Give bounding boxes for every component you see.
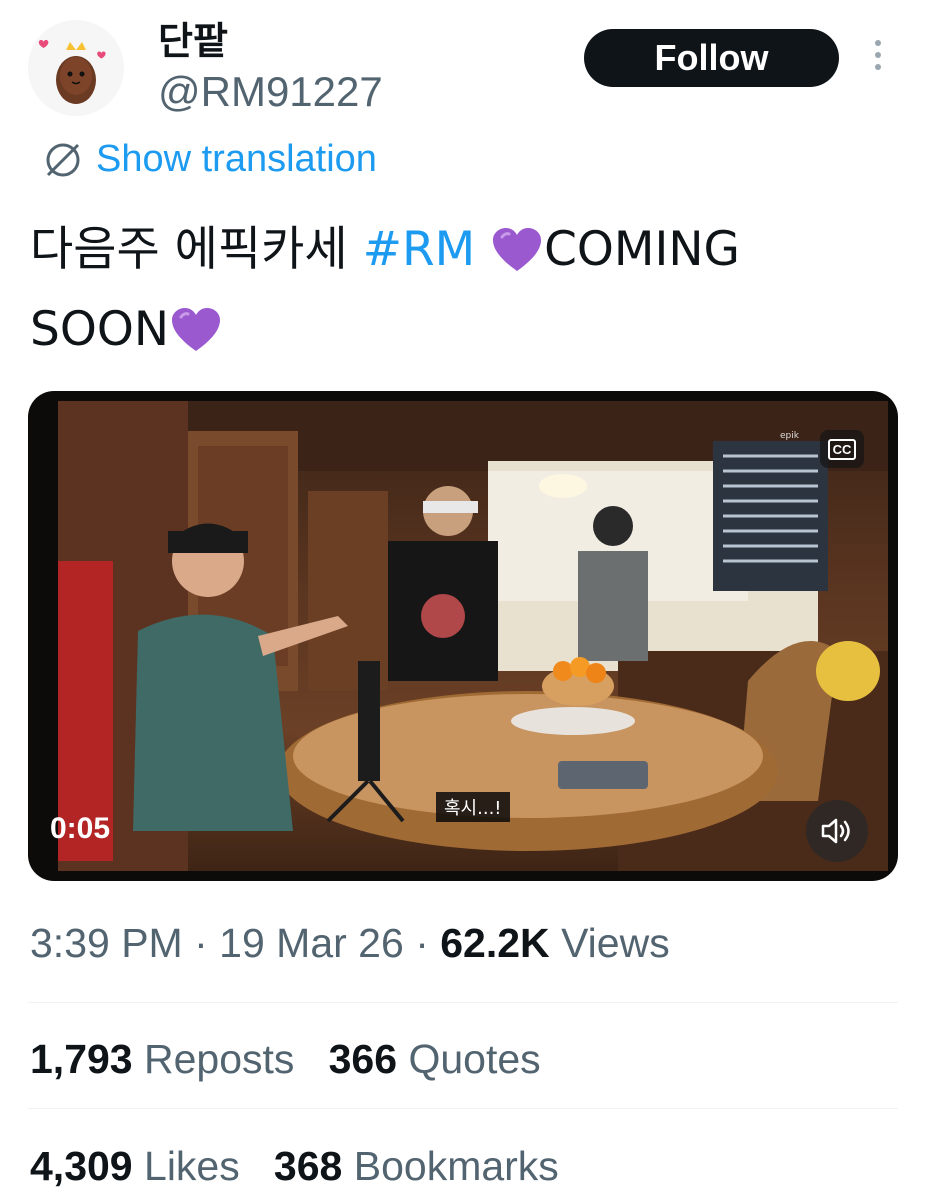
quotes-label: Quotes bbox=[408, 1036, 541, 1082]
follow-button[interactable]: Follow bbox=[584, 29, 839, 87]
mute-button[interactable] bbox=[806, 800, 868, 862]
video-subtitle: 혹시...! bbox=[436, 792, 510, 822]
tweet-text: 다음주 에픽카세 #RM COMING SOON bbox=[30, 210, 890, 370]
show-translation-link[interactable]: Show translation bbox=[42, 138, 377, 181]
bookmarks-stat[interactable]: 368 Bookmarks bbox=[274, 1143, 559, 1189]
video-duration: 0:05 bbox=[50, 812, 111, 845]
likes-stat[interactable]: 4,309 Likes bbox=[30, 1143, 240, 1189]
reposts-count: 1,793 bbox=[30, 1036, 133, 1082]
quotes-stat[interactable]: 366 Quotes bbox=[329, 1036, 541, 1082]
engagement-stats-row: 4,309 Likes 368 Bookmarks bbox=[30, 1143, 559, 1190]
likes-label: Likes bbox=[144, 1143, 240, 1189]
speaker-icon bbox=[821, 818, 850, 844]
views-count: 62.2K bbox=[440, 920, 550, 966]
bookmarks-label: Bookmarks bbox=[353, 1143, 559, 1189]
meta-separator: · bbox=[194, 920, 208, 966]
purple-heart-icon bbox=[493, 228, 542, 271]
divider bbox=[28, 1002, 898, 1003]
globe-icon bbox=[46, 143, 80, 176]
user-handle[interactable]: @RM91227 bbox=[158, 68, 383, 116]
quotes-count: 366 bbox=[328, 1036, 398, 1082]
cc-icon: CC bbox=[827, 438, 857, 460]
purple-heart-icon bbox=[171, 308, 220, 351]
bean-mascot-avatar-icon bbox=[28, 20, 124, 116]
channel-watermark: epik bbox=[780, 431, 799, 441]
reposts-stat[interactable]: 1,793 Reposts bbox=[30, 1036, 294, 1082]
tweet-text-intro: 다음주 에픽카세 bbox=[30, 222, 363, 277]
engagement-stats-row: 1,793 Reposts 366 Quotes bbox=[30, 1036, 541, 1083]
tweet-meta: 3:39 PM · 19 Mar 26 · 62.2K Views bbox=[30, 920, 670, 967]
views-label: Views bbox=[561, 920, 670, 966]
tweet-date[interactable]: 19 Mar 26 bbox=[219, 920, 404, 966]
divider bbox=[28, 1108, 898, 1109]
tweet-time[interactable]: 3:39 PM bbox=[30, 920, 183, 966]
hashtag-link[interactable]: #RM bbox=[363, 222, 476, 277]
more-vertical-icon bbox=[875, 40, 881, 46]
reposts-label: Reposts bbox=[144, 1036, 295, 1082]
captions-button[interactable]: CC bbox=[820, 430, 864, 468]
display-name[interactable]: 단팥 bbox=[158, 10, 228, 65]
avatar[interactable] bbox=[28, 20, 124, 116]
bookmarks-count: 368 bbox=[273, 1143, 343, 1189]
show-translation-label: Show translation bbox=[96, 138, 377, 180]
meta-separator: · bbox=[415, 920, 429, 966]
more-options-button[interactable] bbox=[868, 40, 888, 76]
likes-count: 4,309 bbox=[30, 1143, 133, 1189]
